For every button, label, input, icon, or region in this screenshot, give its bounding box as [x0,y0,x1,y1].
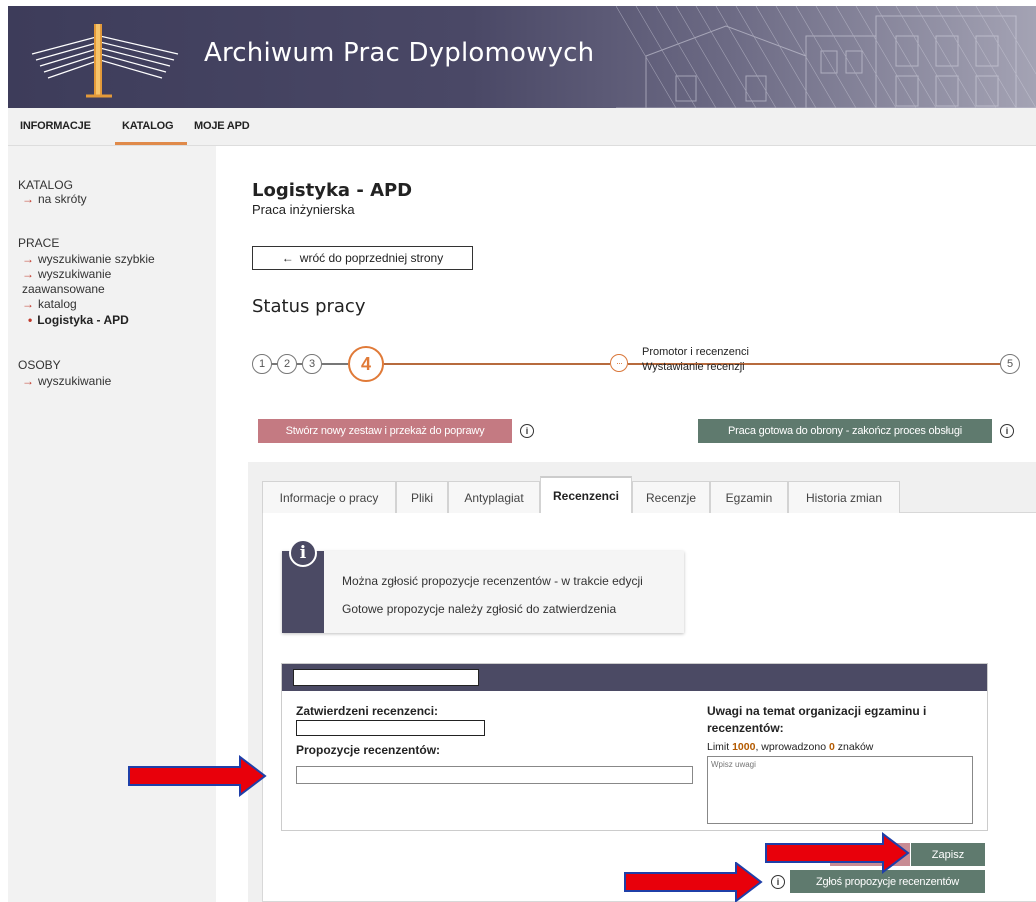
ready-for-defense-button[interactable]: Praca gotowa do obrony - zakończ proces … [698,419,992,443]
page-subtitle: Praca inżynierska [252,202,355,217]
step-2: 2 [277,354,297,374]
sidebar-link-wyszukiwanie-szybkie[interactable]: → wyszukiwanie szybkie [22,252,155,267]
sidebar-section-osoby: OSOBY [18,358,61,372]
annotation-arrow-icon [128,755,267,797]
sidebar-section-katalog: KATALOG [18,178,73,192]
site-header: Archiwum Prac Dyplomowych [8,6,1036,108]
tab-antyplagiat[interactable]: Antyplagiat [448,481,540,513]
nav-katalog[interactable]: KATALOG [122,120,174,132]
logo-icon[interactable] [30,20,180,98]
step-3: 3 [302,354,322,374]
back-button[interactable]: ← wróć do poprzedniej strony [252,246,473,270]
info-box: i Można zgłosić propozycje recenzentów -… [282,539,684,633]
info-icon[interactable]: i [520,424,534,438]
app-title: Archiwum Prac Dyplomowych [204,38,595,68]
info-icon[interactable]: i [1000,424,1014,438]
info-icon: i [289,539,317,567]
arrow-right-icon: → [22,374,34,388]
building-illustration [616,6,1036,108]
info-line-2: Gotowe propozycje należy zgłosić do zatw… [342,602,617,616]
save-button[interactable]: Zapisz [911,843,985,866]
bullet-icon: • [28,313,33,327]
tab-egzamin[interactable]: Egzamin [710,481,788,513]
remarks-label-2: recenzentów: [707,721,784,735]
step-current: 4 [348,346,384,382]
tab-recenzje[interactable]: Recenzje [632,481,710,513]
tab-informacje-o-pracy[interactable]: Informacje o pracy [262,481,396,513]
arrow-right-icon: → [22,252,34,266]
arrow-right-icon: → [22,192,34,206]
approved-reviewers-label: Zatwierdzeni recenzenci: [296,704,439,718]
tab-historia-zmian[interactable]: Historia zmian [788,481,900,513]
step-label-sub: Wystawianie recenzji [642,361,745,373]
step-connector [322,363,348,365]
sidebar-current-item[interactable]: • Logistyka - APD [28,313,129,327]
sidebar-section-prace: PRACE [18,236,60,250]
top-nav: INFORMACJE KATALOG MOJE APD [8,108,1036,146]
nav-informacje[interactable]: INFORMACJE [20,120,91,132]
page-title: Logistyka - APD [252,180,413,201]
sidebar-link-wyszukiwanie-zaawansowane[interactable]: → wyszukiwanie zaawansowane [22,267,111,297]
proposed-reviewers-label: Propozycje recenzentów: [296,743,441,757]
arrow-left-icon: ← [281,251,294,265]
annotation-arrow-icon [765,832,910,874]
remarks-label-1: Uwagi na temat organizacji egzaminu i [707,704,927,718]
arrow-right-icon: → [22,297,34,311]
character-limit: Limit 1000, wprowadzono 0 znaków [707,741,874,753]
sidebar-link-na-skroty[interactable]: → na skróty [22,192,87,207]
info-icon[interactable]: i [771,875,785,889]
remarks-textarea[interactable] [707,756,973,824]
approved-reviewers-value [296,720,485,736]
annotation-arrow-icon [624,862,763,902]
sidebar-link-katalog[interactable]: → katalog [22,297,77,312]
step-in-progress-icon: ··· [610,354,628,372]
step-label-title: Promotor i recenzenci [642,346,749,358]
tab-pliki[interactable]: Pliki [396,481,448,513]
tab-recenzenci[interactable]: Recenzenci [540,476,632,513]
nav-active-indicator [115,142,187,145]
nav-moje-apd[interactable]: MOJE APD [194,120,250,132]
sidebar-link-osoby-wyszukiwanie[interactable]: → wyszukiwanie [22,374,111,389]
status-stepper: 1 2 3 4 ··· Promotor i recenzenci Wystaw… [252,346,1022,382]
step-progress-line [384,363,610,365]
step-1: 1 [252,354,272,374]
status-title: Status pracy [252,296,366,317]
redacted-title [293,669,479,686]
arrow-right-icon: → [22,267,34,281]
info-line-1: Można zgłosić propozycje recenzentów - w… [342,574,643,588]
step-5: 5 [1000,354,1020,374]
form-header [282,664,987,691]
proposed-reviewers-input[interactable] [296,766,693,784]
return-for-correction-button[interactable]: Stwórz nowy zestaw i przekaż do poprawy [258,419,512,443]
